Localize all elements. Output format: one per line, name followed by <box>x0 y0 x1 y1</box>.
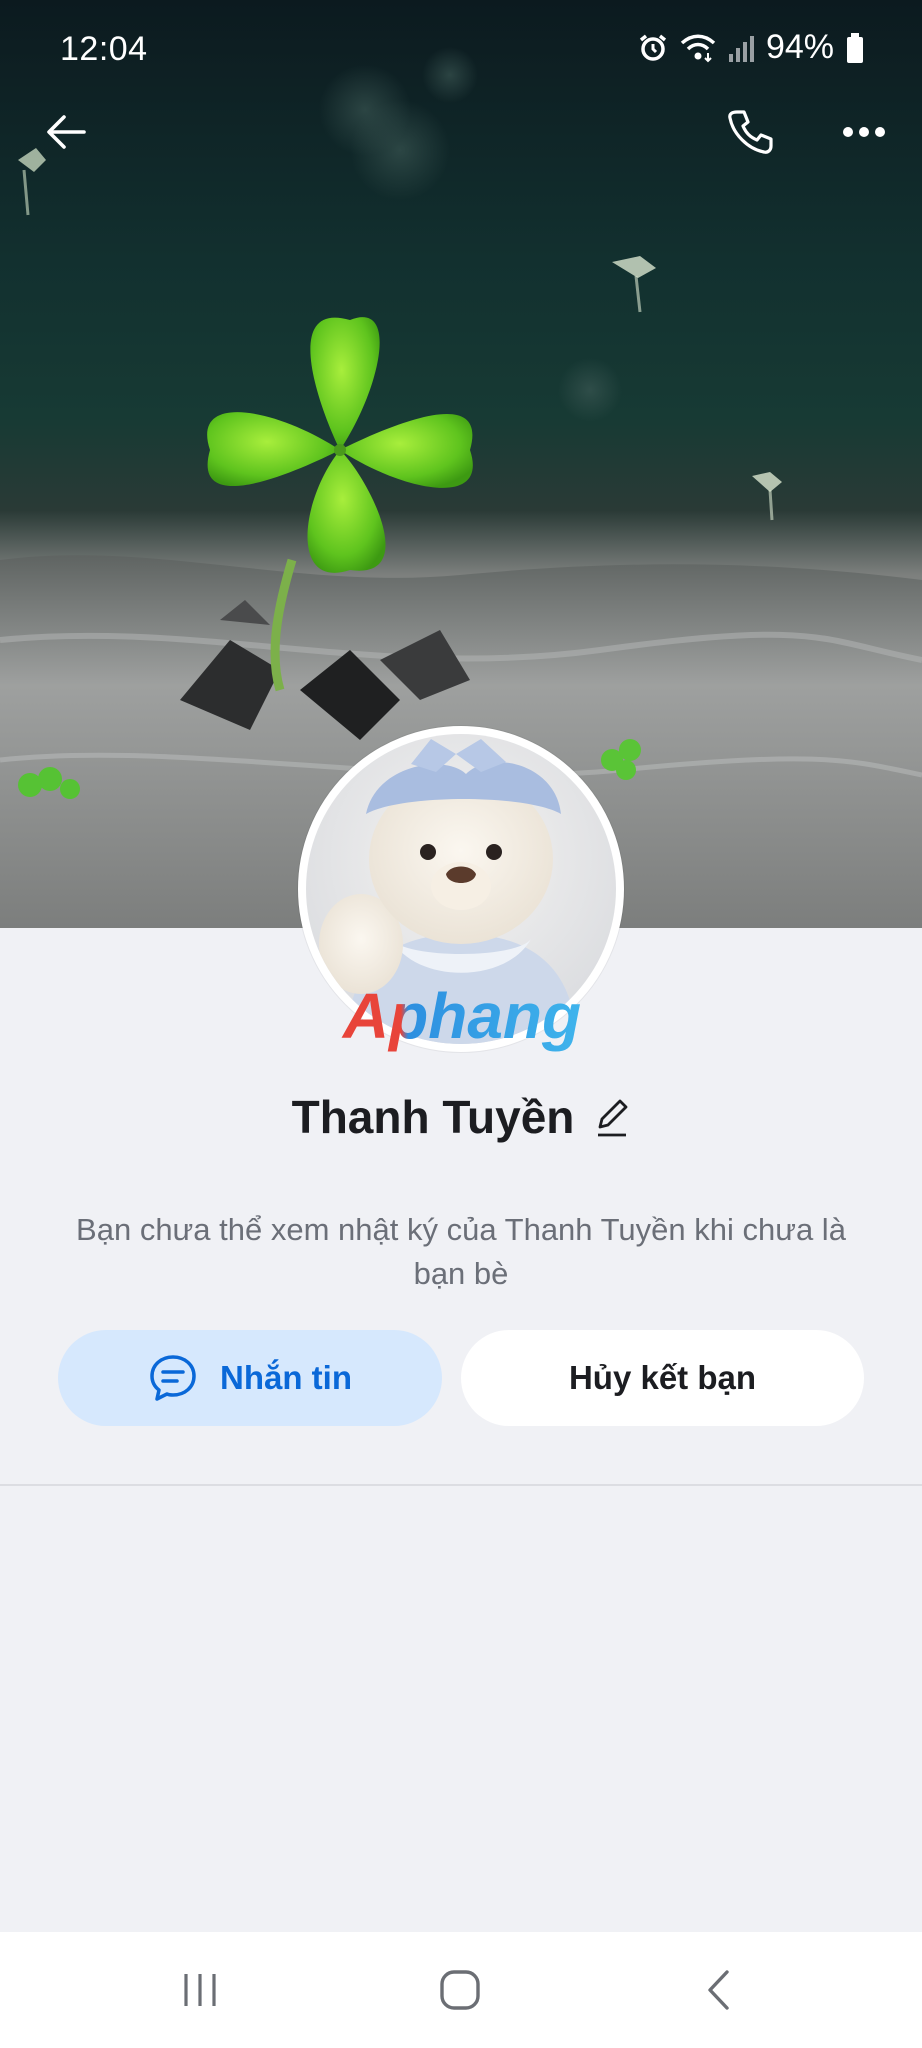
profile-screen: 12:04 94% Aphang Thanh Tuyền Bạn chưa th… <box>0 0 922 2048</box>
back-arrow-icon <box>47 115 86 149</box>
home-button[interactable] <box>420 1950 500 2030</box>
profile-name: Thanh Tuyền <box>291 1091 575 1143</box>
status-icons: 94% <box>638 28 864 67</box>
unfriend-button[interactable]: Hủy kết bạn <box>461 1330 864 1426</box>
aphang-watermark: Aphang <box>341 980 581 1052</box>
phone-icon <box>728 110 773 154</box>
message-button-label: Nhắn tin <box>220 1359 352 1396</box>
diary-privacy-note: Bạn chưa thể xem nhật ký của Thanh Tuyền… <box>76 1212 846 1291</box>
signal-icon <box>728 34 754 62</box>
profile-name-row: Thanh Tuyền <box>0 1090 922 1144</box>
recent-apps-button[interactable] <box>160 1950 240 2030</box>
message-button[interactable]: Nhắn tin <box>58 1330 442 1426</box>
more-icon <box>843 127 885 137</box>
recent-apps-icon <box>184 1974 216 2006</box>
status-time: 12:04 <box>60 30 148 68</box>
unfriend-button-label: Hủy kết bạn <box>568 1359 757 1396</box>
back-button[interactable] <box>30 96 102 168</box>
alarm-icon <box>638 33 668 63</box>
more-options-button[interactable] <box>828 96 900 168</box>
edit-pencil-icon[interactable] <box>594 1097 630 1137</box>
wifi-icon <box>680 33 716 63</box>
system-navigation-bar <box>0 1932 922 2048</box>
system-back-button[interactable] <box>678 1950 758 2030</box>
section-divider <box>0 1484 922 1486</box>
back-icon <box>708 1970 729 2010</box>
chat-bubble-icon <box>150 1355 196 1401</box>
home-icon <box>440 1970 480 2010</box>
watermark-text: Aphang <box>341 980 581 1052</box>
status-bar: 12:04 94% <box>0 0 922 104</box>
call-button[interactable] <box>714 96 786 168</box>
battery-percent: 94% <box>765 28 834 66</box>
battery-icon <box>846 32 864 63</box>
